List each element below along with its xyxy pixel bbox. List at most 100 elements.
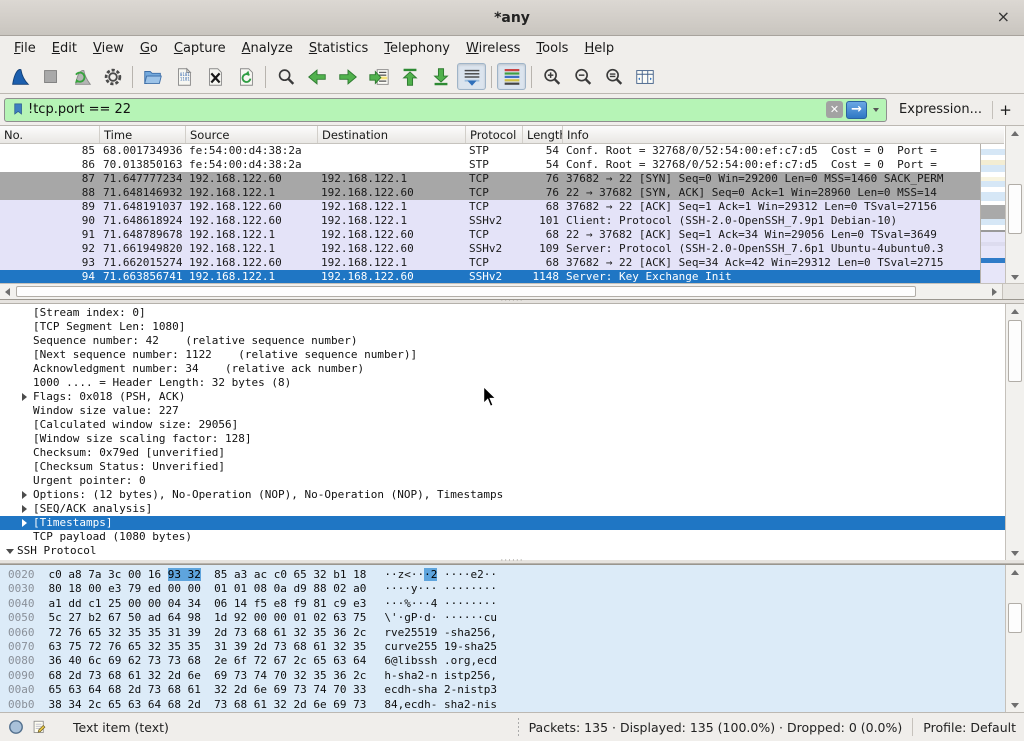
- zoom-in-button[interactable]: [537, 63, 566, 90]
- hex-bytes[interactable]: 65 63 64 68 2d 73 68 61 32 2d 6e 69 73 7…: [49, 683, 367, 696]
- scroll-down-icon[interactable]: [1006, 546, 1024, 560]
- detail-line[interactable]: [Next sequence number: 1122 (relative se…: [0, 348, 1024, 362]
- hex-bytes[interactable]: 36 40 6c 69 62 73 73 68 2e 6f 72 67 2c 6…: [49, 654, 367, 667]
- detail-line[interactable]: 1000 .... = Header Length: 32 bytes (8): [0, 376, 1024, 390]
- go-to-packet-button[interactable]: [364, 63, 393, 90]
- packet-row[interactable]: 9071.648618924192.168.122.60192.168.122.…: [0, 214, 1024, 228]
- expander-collapsed-icon[interactable]: [22, 519, 33, 527]
- menu-telephony[interactable]: Telephony: [376, 39, 458, 58]
- expander-collapsed-icon[interactable]: [22, 491, 33, 499]
- scrollbar-thumb[interactable]: [16, 286, 916, 297]
- hex-ascii[interactable]: rve25519 -sha256,: [384, 626, 497, 639]
- detail-line[interactable]: [SEQ/ACK analysis]: [0, 502, 1024, 516]
- hex-bytes[interactable]: 80 18 00 e3 79 ed 00 00 01 01 08 0a d9 8…: [49, 582, 367, 595]
- hex-row[interactable]: 007063 75 72 76 65 32 35 35 31 39 2d 73 …: [0, 640, 1024, 654]
- expander-expanded-icon[interactable]: [6, 549, 17, 554]
- detail-line[interactable]: [Checksum Status: Unverified]: [0, 460, 1024, 474]
- filter-clear-icon[interactable]: ✕: [826, 101, 843, 118]
- hex-bytes[interactable]: 72 76 65 32 35 35 31 39 2d 73 68 61 32 3…: [49, 626, 367, 639]
- hex-ascii[interactable]: 84,ecdh- sha2-nis: [384, 698, 497, 711]
- packet-list-minimap[interactable]: [980, 144, 1005, 284]
- hex-ascii[interactable]: \'·gP·d· ······cu: [384, 611, 497, 624]
- hex-ascii[interactable]: ··z<···2 ····e2··: [384, 568, 497, 581]
- detail-line[interactable]: Sequence number: 42 (relative sequence n…: [0, 334, 1024, 348]
- detail-line[interactable]: Flags: 0x018 (PSH, ACK): [0, 390, 1024, 404]
- capture-comment-icon[interactable]: [32, 720, 47, 735]
- menu-capture[interactable]: Capture: [166, 39, 234, 58]
- go-back-button[interactable]: [302, 63, 331, 90]
- capture-options-button[interactable]: [98, 63, 127, 90]
- hex-ascii[interactable]: 6@libssh .org,ecd: [384, 654, 497, 667]
- hex-ascii[interactable]: ecdh-sha 2-nistp3: [384, 683, 497, 696]
- scrollbar-thumb[interactable]: [1008, 184, 1022, 234]
- find-packet-button[interactable]: [271, 63, 300, 90]
- expander-collapsed-icon[interactable]: [22, 393, 33, 401]
- detail-line[interactable]: TCP payload (1080 bytes): [0, 530, 1024, 544]
- scroll-down-icon[interactable]: [1006, 270, 1024, 284]
- zoom-reset-button[interactable]: [599, 63, 628, 90]
- column-header-protocol[interactable]: Protocol: [466, 126, 523, 143]
- menu-view[interactable]: View: [85, 39, 132, 58]
- detail-line[interactable]: [Window size scaling factor: 128]: [0, 432, 1024, 446]
- expert-info-icon[interactable]: [8, 719, 24, 735]
- hex-ascii[interactable]: h-sha2-n istp256,: [384, 669, 497, 682]
- hex-bytes[interactable]: 63 75 72 76 65 32 35 35 31 39 2d 73 68 6…: [49, 640, 367, 653]
- titlebar[interactable]: *any ×: [0, 0, 1024, 36]
- hex-row[interactable]: 003080 18 00 e3 79 ed 00 00 01 01 08 0a …: [0, 582, 1024, 596]
- scrollbar-thumb[interactable]: [1008, 603, 1022, 633]
- colorize-button[interactable]: [497, 63, 526, 90]
- detail-line[interactable]: Acknowledgment number: 34 (relative ack …: [0, 362, 1024, 376]
- menu-file[interactable]: File: [6, 39, 44, 58]
- column-header-time[interactable]: Time: [100, 126, 186, 143]
- packet-row[interactable]: 9371.662015274192.168.122.60192.168.122.…: [0, 256, 1024, 270]
- capture-restart-button[interactable]: [67, 63, 96, 90]
- menu-edit[interactable]: Edit: [44, 39, 85, 58]
- packet-row[interactable]: 9171.648789678192.168.122.1192.168.122.6…: [0, 228, 1024, 242]
- hex-row[interactable]: 009068 2d 73 68 61 32 2d 6e 69 73 74 70 …: [0, 669, 1024, 683]
- hex-row[interactable]: 0020c0 a8 7a 3c 00 16 93 32 85 a3 ac c0 …: [0, 568, 1024, 582]
- detail-line[interactable]: [TCP Segment Len: 1080]: [0, 320, 1024, 334]
- packet-row[interactable]: 9471.663856741192.168.122.1192.168.122.6…: [0, 270, 1024, 284]
- column-header-no[interactable]: No.: [0, 126, 100, 143]
- hex-bytes[interactable]: 38 34 2c 65 63 64 68 2d 73 68 61 32 2d 6…: [49, 698, 367, 711]
- column-header-info[interactable]: Info: [563, 126, 1004, 143]
- hex-row[interactable]: 0040a1 dd c1 25 00 00 04 34 06 14 f5 e8 …: [0, 597, 1024, 611]
- file-save-button[interactable]: 01011101: [169, 63, 198, 90]
- hex-row[interactable]: 00505c 27 b2 67 50 ad 64 98 1d 92 00 00 …: [0, 611, 1024, 625]
- hex-ascii[interactable]: ···%···4 ········: [384, 597, 497, 610]
- bytes-vscrollbar[interactable]: [1005, 565, 1024, 712]
- column-header-destination[interactable]: Destination: [318, 126, 466, 143]
- filter-text[interactable]: !tcp.port == 22: [28, 102, 826, 117]
- menu-statistics[interactable]: Statistics: [301, 39, 376, 58]
- file-open-button[interactable]: [138, 63, 167, 90]
- packet-list-vscrollbar[interactable]: [1005, 126, 1024, 284]
- scroll-down-icon[interactable]: [1006, 698, 1024, 712]
- expression-button[interactable]: Expression...: [887, 102, 992, 117]
- capture-start-button[interactable]: [5, 63, 34, 90]
- details-vscrollbar[interactable]: [1005, 304, 1024, 560]
- hex-bytes[interactable]: a1 dd c1 25 00 00 04 34 06 14 f5 e8 f9 8…: [49, 597, 367, 610]
- detail-line[interactable]: Urgent pointer: 0: [0, 474, 1024, 488]
- resize-columns-button[interactable]: [630, 63, 659, 90]
- go-first-button[interactable]: [395, 63, 424, 90]
- detail-line[interactable]: Checksum: 0x79ed [unverified]: [0, 446, 1024, 460]
- menu-go[interactable]: Go: [132, 39, 166, 58]
- menu-help[interactable]: Help: [576, 39, 622, 58]
- hex-row[interactable]: 00a065 63 64 68 2d 73 68 61 32 2d 6e 69 …: [0, 683, 1024, 697]
- hex-bytes[interactable]: c0 a8 7a 3c 00 16 93 32 85 a3 ac c0 65 3…: [49, 568, 367, 581]
- packet-row[interactable]: 8971.648191037192.168.122.60192.168.122.…: [0, 200, 1024, 214]
- hex-bytes[interactable]: 68 2d 73 68 61 32 2d 6e 69 73 74 70 32 3…: [49, 669, 367, 682]
- packet-row[interactable]: 9271.661949820192.168.122.1192.168.122.6…: [0, 242, 1024, 256]
- filter-apply-icon[interactable]: →: [846, 101, 867, 119]
- capture-stop-button[interactable]: [36, 63, 65, 90]
- scroll-up-icon[interactable]: [1006, 565, 1024, 579]
- file-reload-button[interactable]: [231, 63, 260, 90]
- status-profile[interactable]: Profile: Default: [923, 720, 1016, 735]
- detail-line[interactable]: [Stream index: 0]: [0, 306, 1024, 320]
- scrollbar-thumb[interactable]: [1008, 320, 1022, 382]
- add-filter-button[interactable]: +: [992, 101, 1018, 119]
- scroll-left-icon[interactable]: [0, 284, 15, 299]
- detail-line[interactable]: [Timestamps]: [0, 516, 1024, 530]
- column-header-length[interactable]: Length: [523, 126, 563, 143]
- scroll-up-icon[interactable]: [1006, 304, 1024, 318]
